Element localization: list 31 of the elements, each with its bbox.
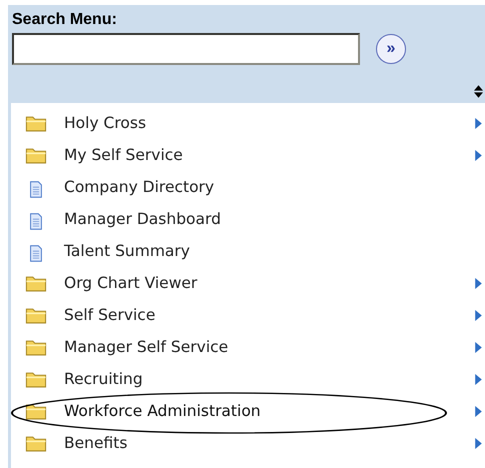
submenu-arrow-icon[interactable] [475, 342, 482, 352]
menu-item[interactable]: My Self Service [64, 146, 183, 164]
search-label: Search Menu: [12, 11, 118, 29]
folder-icon [25, 146, 47, 164]
submenu-arrow-icon[interactable] [475, 438, 482, 448]
folder-icon [25, 114, 47, 132]
submenu-arrow-icon[interactable] [475, 118, 482, 128]
menu-item[interactable]: Company Directory [64, 178, 214, 196]
folder-icon [25, 370, 47, 388]
search-field[interactable] [12, 33, 360, 65]
menu-item[interactable]: Workforce Administration [64, 402, 261, 420]
folder-icon [25, 306, 47, 324]
folder-icon [25, 274, 47, 292]
menu-item[interactable]: Self Service [64, 306, 156, 324]
folder-icon [25, 402, 47, 420]
submenu-arrow-icon[interactable] [475, 406, 482, 416]
menu-item[interactable]: Org Chart Viewer [64, 274, 198, 292]
submenu-arrow-icon[interactable] [475, 310, 482, 320]
folder-icon [25, 434, 47, 452]
menu-item[interactable]: Holy Cross [64, 114, 146, 132]
submenu-arrow-icon[interactable] [475, 278, 482, 288]
menu-item[interactable]: Talent Summary [64, 242, 190, 260]
folder-icon [25, 338, 47, 356]
submenu-arrow-icon[interactable] [475, 150, 482, 160]
menu-item[interactable]: Manager Dashboard [64, 210, 221, 228]
menu-item[interactable]: Benefits [64, 434, 128, 452]
go-button[interactable]: » [376, 34, 406, 64]
menu-item[interactable]: Recruiting [64, 370, 143, 388]
submenu-arrow-icon[interactable] [475, 374, 482, 384]
sort-icon[interactable] [474, 85, 483, 98]
menu-item[interactable]: Manager Self Service [64, 338, 228, 356]
